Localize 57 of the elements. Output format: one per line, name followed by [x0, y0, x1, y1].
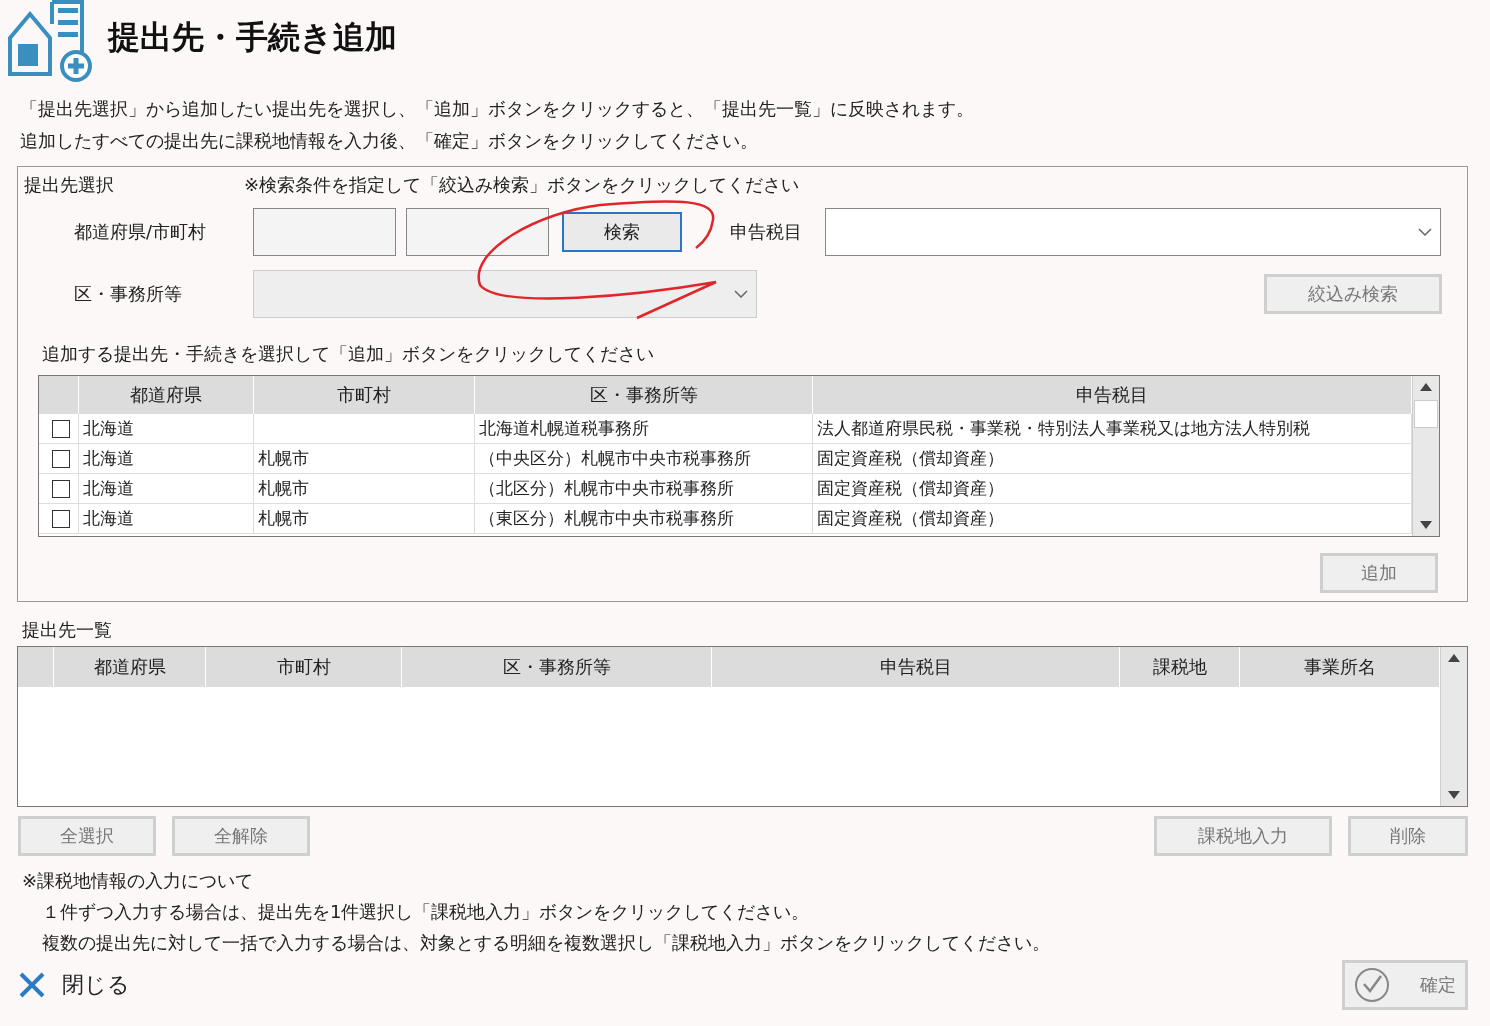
table-cell: 北海道	[79, 414, 254, 444]
section-label: 提出先一覧	[22, 619, 112, 641]
field-label: 区・事務所等	[73, 282, 183, 306]
column-header: 区・事務所等	[402, 647, 712, 687]
chevron-down-icon[interactable]	[1418, 228, 1432, 236]
note-heading: ※課税地情報の入力について	[22, 870, 255, 892]
table-cell: 法人都道府県民税・事業税・特別法人事業税又は地方法人特別税	[813, 414, 1412, 444]
table-cell: 固定資産税（償却資産）	[813, 444, 1412, 474]
row-checkbox[interactable]	[51, 449, 70, 468]
table-cell: 札幌市	[254, 444, 475, 474]
instruction-text: 追加したすべての提出先に課税地情報を入力後、「確定」ボタンをクリックしてください。	[20, 130, 759, 152]
table-cell: 固定資産税（償却資産）	[813, 504, 1412, 534]
table-cell: （東区分）札幌市中央市税事務所	[475, 504, 813, 534]
field-label: 申告税目	[729, 220, 803, 244]
city-field[interactable]	[406, 208, 549, 256]
table-cell: （中央区分）札幌市中央市税事務所	[475, 444, 813, 474]
table-cell: 札幌市	[254, 504, 475, 534]
hint-text: ※検索条件を指定して「絞込み検索」ボタンをクリックしてください	[244, 174, 800, 196]
table-cell: 北海道	[79, 444, 254, 474]
column-header: 申告税目	[712, 647, 1120, 687]
column-header: 課税地	[1120, 647, 1240, 687]
close-link[interactable]: 閉じる	[18, 970, 130, 1000]
close-icon	[18, 971, 46, 999]
table-cell: （北区分）札幌市中央市税事務所	[475, 474, 813, 504]
table-cell: 北海道	[79, 504, 254, 534]
panel-label: 提出先選択	[24, 173, 115, 197]
check-circle-icon	[1354, 967, 1390, 1003]
table-cell: 北海道	[79, 474, 254, 504]
column-header: 区・事務所等	[475, 376, 813, 414]
page-title: 提出先・手続き追加	[108, 17, 397, 58]
scroll-up-icon[interactable]	[1447, 653, 1461, 663]
scrollbar[interactable]	[1412, 376, 1439, 536]
row-checkbox[interactable]	[51, 479, 70, 498]
scroll-up-icon[interactable]	[1419, 382, 1433, 392]
scroll-down-icon[interactable]	[1447, 790, 1461, 800]
row-checkbox[interactable]	[51, 419, 70, 438]
column-header: 事業所名	[1240, 647, 1440, 687]
table-caption: 追加する提出先・手続きを選択して「追加」ボタンをクリックしてください	[42, 343, 654, 365]
column-header: 都道府県	[54, 647, 206, 687]
note-text: １件ずつ入力する場合は、提出先を1件選択し「課税地入力」ボタンをクリックしてください。	[41, 901, 811, 923]
field-label: 都道府県/市町村	[73, 220, 208, 244]
instruction-text: 「提出先選択」から追加したい提出先を選択し、「追加」ボタンをクリックすると、「提出先一覧」に反映されます。	[20, 98, 975, 120]
table-cell: 北海道札幌道税事務所	[475, 414, 813, 444]
column-header: 申告税目	[813, 376, 1412, 414]
column-header: 都道府県	[79, 376, 254, 414]
note-text: 複数の提出先に対して一括で入力する場合は、対象とする明細を複数選択し「課税地入力」ボタンをクリックしてください。	[41, 932, 1051, 954]
scrollbar[interactable]	[1440, 647, 1467, 806]
column-header: 市町村	[254, 376, 475, 414]
tax-item-select[interactable]	[825, 208, 1441, 256]
column-header: 市町村	[206, 647, 402, 687]
row-checkbox[interactable]	[51, 509, 70, 528]
table-cell: 固定資産税（償却資産）	[813, 474, 1412, 504]
button[interactable]: 検索	[562, 212, 682, 252]
table-cell: 札幌市	[254, 474, 475, 504]
scroll-thumb[interactable]	[1414, 400, 1438, 428]
scroll-down-icon[interactable]	[1419, 520, 1433, 530]
prefecture-field[interactable]	[253, 208, 396, 256]
